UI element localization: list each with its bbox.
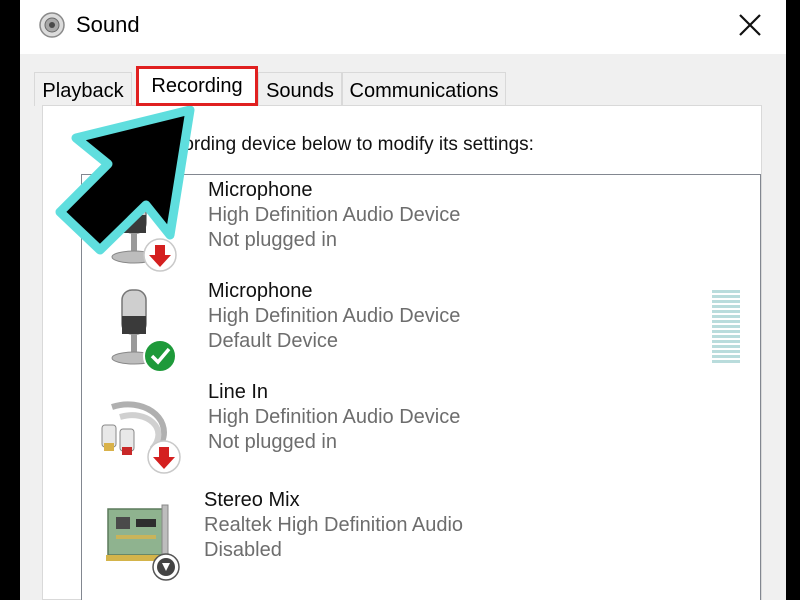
disabled-badge <box>152 553 180 581</box>
line-in-cable-icon <box>101 401 181 474</box>
device-status: Disabled <box>204 539 282 561</box>
unplugged-badge <box>147 440 181 474</box>
recording-panel: Select a recording device below to modif… <box>42 105 762 600</box>
instruction-text: Select a recording device below to modif… <box>83 134 534 155</box>
unplugged-badge <box>143 238 177 272</box>
device-status: Not plugged in <box>208 431 337 453</box>
microphone-icon <box>111 188 177 272</box>
list-item[interactable]: Microphone High Definition Audio Device … <box>82 276 760 376</box>
sound-dialog: Sound Playback Recording Sounds Communic… <box>20 0 786 600</box>
device-name: Microphone <box>208 179 313 201</box>
tab-communications[interactable]: Communications <box>342 72 506 106</box>
close-button[interactable] <box>720 4 780 46</box>
device-status: Default Device <box>208 330 339 352</box>
device-description: High Definition Audio Device <box>208 305 461 327</box>
microphone-icon <box>111 289 177 373</box>
list-item[interactable]: Microphone High Definition Audio Device … <box>82 175 760 275</box>
tab-sounds[interactable]: Sounds <box>258 72 342 106</box>
speaker-icon <box>39 12 65 38</box>
sound-card-icon <box>106 504 180 581</box>
device-description: High Definition Audio Device <box>208 406 461 428</box>
device-status: Not plugged in <box>208 229 337 251</box>
window-title: Sound <box>76 12 140 37</box>
device-list[interactable]: Microphone High Definition Audio Device … <box>81 174 761 600</box>
default-check-badge <box>143 339 177 373</box>
device-name: Line In <box>208 381 269 403</box>
list-item[interactable]: Line In High Definition Audio Device Not… <box>82 377 760 477</box>
device-name: Microphone <box>208 280 313 302</box>
list-item[interactable]: Stereo Mix Realtek High Definition Audio… <box>82 485 760 585</box>
tab-playback[interactable]: Playback <box>34 72 132 106</box>
device-description: High Definition Audio Device <box>208 204 461 226</box>
tab-recording[interactable]: Recording <box>136 66 258 106</box>
close-icon <box>739 14 761 36</box>
device-name: Stereo Mix <box>204 489 300 511</box>
device-description: Realtek High Definition Audio <box>204 514 464 536</box>
level-meter <box>712 290 740 366</box>
title-bar: Sound <box>20 0 786 54</box>
